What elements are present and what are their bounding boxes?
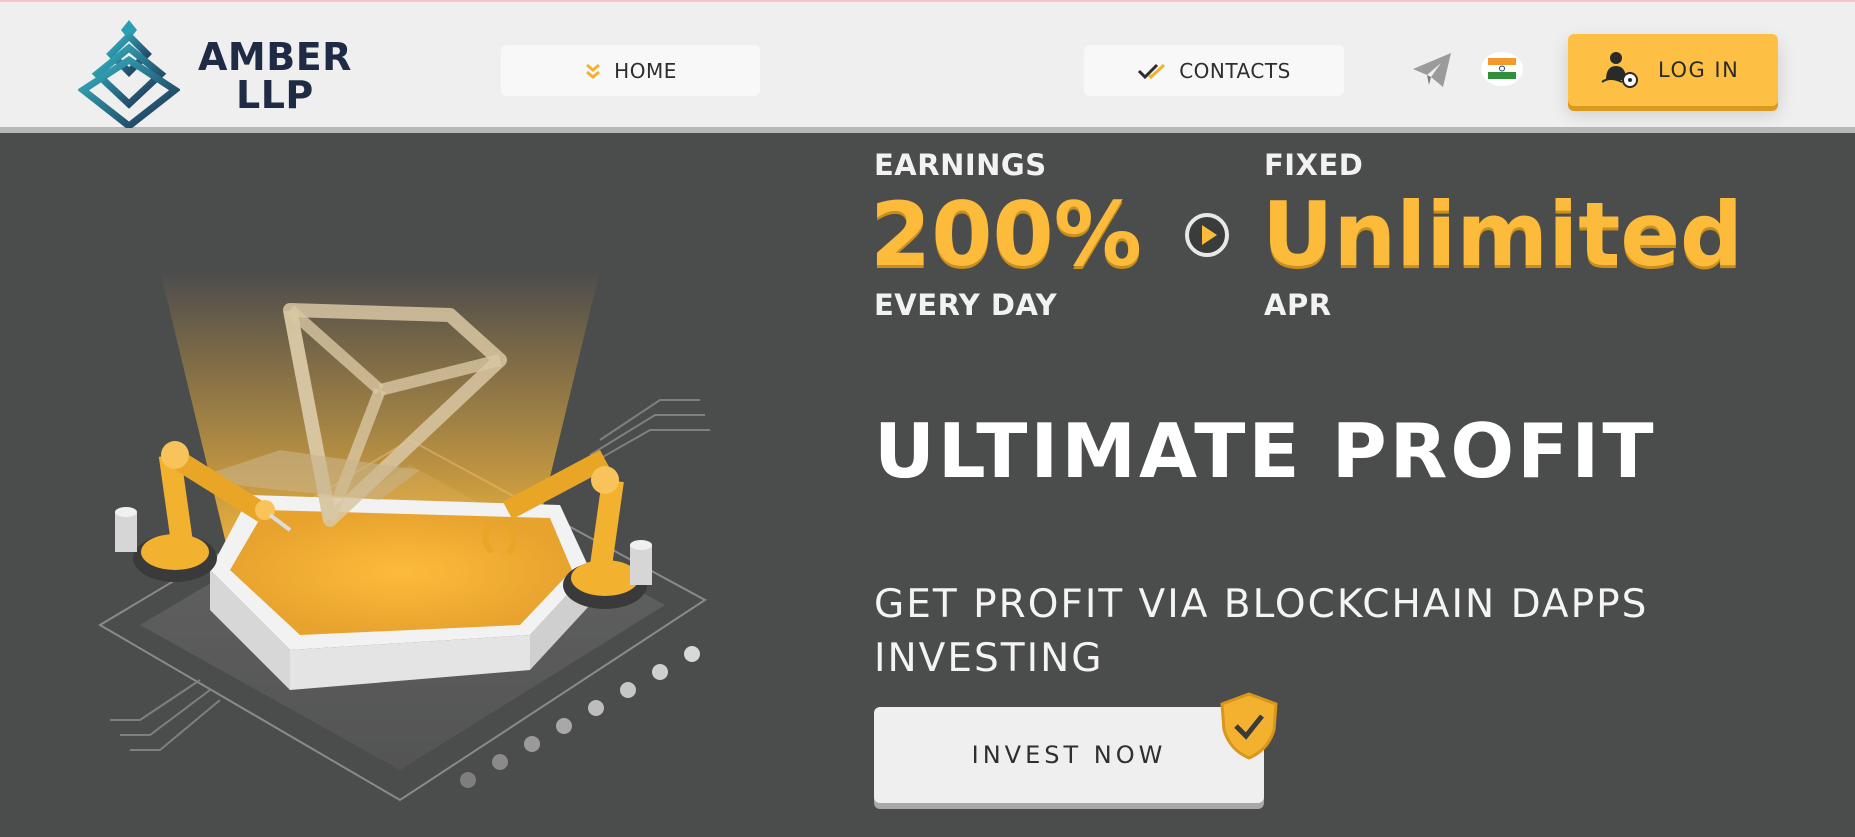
fixed-value: Unlimited xyxy=(1262,183,1744,286)
earnings-value: 200% xyxy=(870,183,1142,286)
logo-line-2: LLP xyxy=(236,73,314,117)
nav-home-button[interactable]: HOME xyxy=(501,45,760,96)
invest-now-button[interactable]: INVEST NOW xyxy=(874,707,1264,803)
login-label: LOG IN xyxy=(1658,58,1740,82)
login-button[interactable]: LOG IN xyxy=(1568,34,1778,106)
nav-home-label: HOME xyxy=(614,58,677,83)
logo-line-1: AMBER xyxy=(198,35,352,79)
double-chevron-down-icon xyxy=(586,63,601,79)
hero-illustration xyxy=(98,270,710,802)
logo-text: AMBER LLP xyxy=(198,38,352,114)
invest-now-label: INVEST NOW xyxy=(971,741,1167,769)
site-header: AMBER LLP HOME CONTACTS LOG IN xyxy=(0,2,1855,133)
india-flag-icon[interactable] xyxy=(1480,50,1524,88)
fixed-label: FIXED xyxy=(1264,148,1364,182)
diamond-pyramid-logo-icon xyxy=(78,20,180,128)
user-key-icon xyxy=(1601,52,1638,88)
logo[interactable]: AMBER LLP xyxy=(78,18,368,128)
nav-contacts-button[interactable]: CONTACTS xyxy=(1084,45,1344,96)
apr-label: APR xyxy=(1264,288,1332,322)
double-check-icon xyxy=(1138,63,1166,79)
hero-subline: GET PROFIT VIA BLOCKCHAIN DAPPS INVESTIN… xyxy=(874,582,1649,681)
telegram-icon[interactable] xyxy=(1411,49,1453,91)
hero-headline: ULTIMATE PROFIT xyxy=(874,407,1657,495)
nav-contacts-label: CONTACTS xyxy=(1179,58,1291,83)
play-circle-icon xyxy=(1185,213,1229,257)
shield-check-icon xyxy=(1220,692,1278,760)
earnings-period: EVERY DAY xyxy=(874,288,1058,322)
earnings-label: EARNINGS xyxy=(874,148,1047,182)
